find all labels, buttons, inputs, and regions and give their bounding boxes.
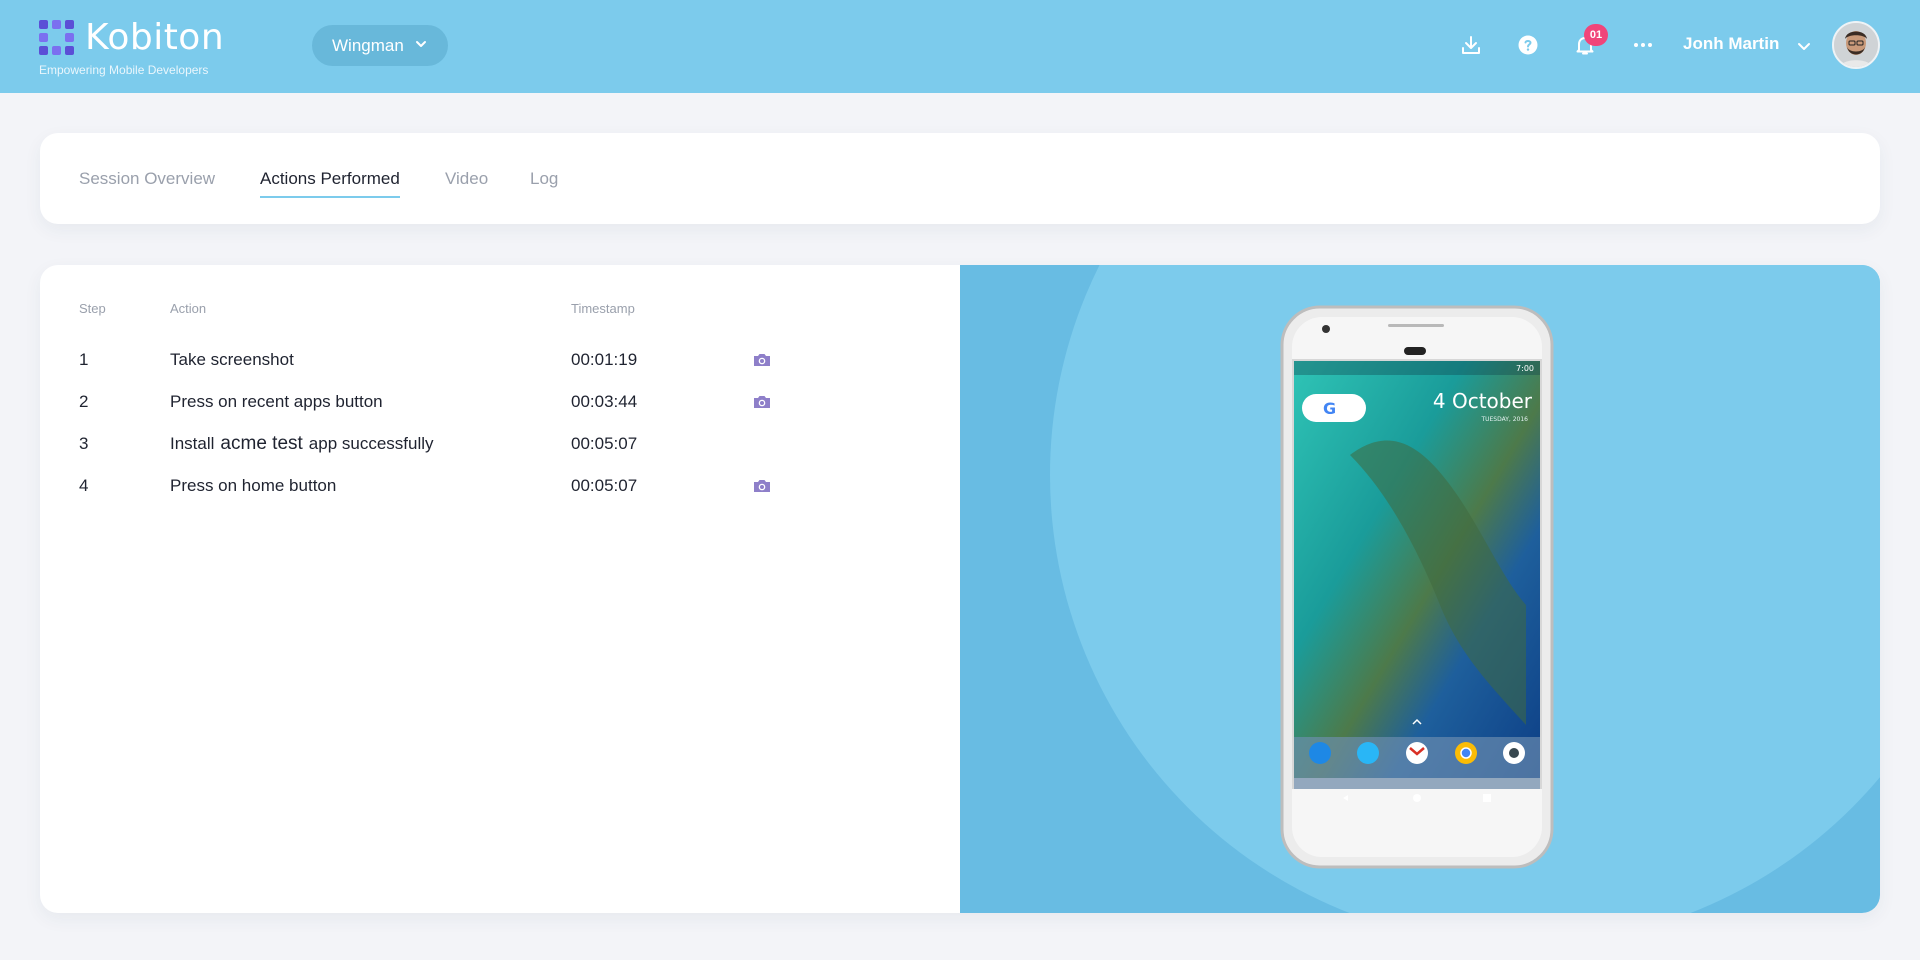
more-icon[interactable] [1631, 33, 1655, 57]
user-name[interactable]: Jonh Martin [1683, 34, 1779, 54]
help-icon[interactable] [1516, 33, 1540, 57]
tab-session-overview[interactable]: Session Overview [79, 169, 215, 189]
user-menu-chevron-icon[interactable] [1796, 38, 1812, 54]
device-phone[interactable]: 7:00 G 4 October TUESDAY, 2016 [1280, 305, 1554, 869]
row-timestamp: 00:05:07 [571, 476, 638, 495]
row-action-suffix: app successfully [308, 434, 434, 453]
tabs-bar: Session Overview Actions Performed Video… [40, 133, 1880, 224]
avatar[interactable] [1832, 21, 1880, 69]
row-step: 4 [79, 476, 89, 495]
tab-video[interactable]: Video [445, 169, 488, 189]
actions-panel: Step Action Timestamp 1 Take screenshot … [40, 265, 1880, 913]
row-step: 3 [79, 434, 89, 453]
column-header-action: Action [170, 301, 207, 316]
row-timestamp: 00:03:44 [571, 392, 638, 411]
logo-name: Kobiton [85, 17, 225, 58]
row-action: Press on home button [170, 476, 337, 495]
row-timestamp: 00:05:07 [571, 434, 638, 453]
row-action: Install acme test app successfully [170, 433, 434, 455]
device-weekday: TUESDAY, 2016 [1480, 416, 1528, 423]
project-selector-label: Wingman [332, 35, 404, 55]
row-action-prefix: Install [170, 434, 215, 453]
row-step: 2 [79, 392, 89, 411]
top-header: Kobiton Empowering Mobile Developers Win… [0, 0, 1920, 93]
column-header-timestamp: Timestamp [571, 301, 635, 316]
device-date: 4 October [1433, 389, 1533, 413]
device-preview: 7:00 G 4 October TUESDAY, 2016 [960, 265, 1880, 913]
camera-icon[interactable] [752, 351, 772, 369]
avatar-portrait-icon [1834, 23, 1878, 67]
camera-icon[interactable] [752, 393, 772, 411]
tab-log[interactable]: Log [530, 169, 558, 189]
row-action: Press on recent apps button [170, 392, 383, 411]
row-timestamp: 00:01:19 [571, 350, 638, 369]
project-selector[interactable]: Wingman [312, 25, 448, 66]
device-clock: 7:00 [1516, 364, 1534, 373]
google-search-icon: G [1323, 399, 1336, 418]
row-step: 1 [79, 350, 89, 369]
row-action: Take screenshot [170, 350, 294, 369]
camera-icon[interactable] [752, 477, 772, 495]
notification-badge: 01 [1584, 24, 1608, 46]
logo-mark-icon [39, 20, 75, 56]
tab-actions-performed[interactable]: Actions Performed [260, 169, 400, 198]
logo-tagline: Empowering Mobile Developers [39, 63, 209, 77]
column-header-step: Step [79, 301, 106, 316]
chevron-down-icon [416, 41, 426, 47]
app-name-highlight: acme test [220, 433, 303, 454]
download-icon[interactable] [1459, 33, 1483, 57]
